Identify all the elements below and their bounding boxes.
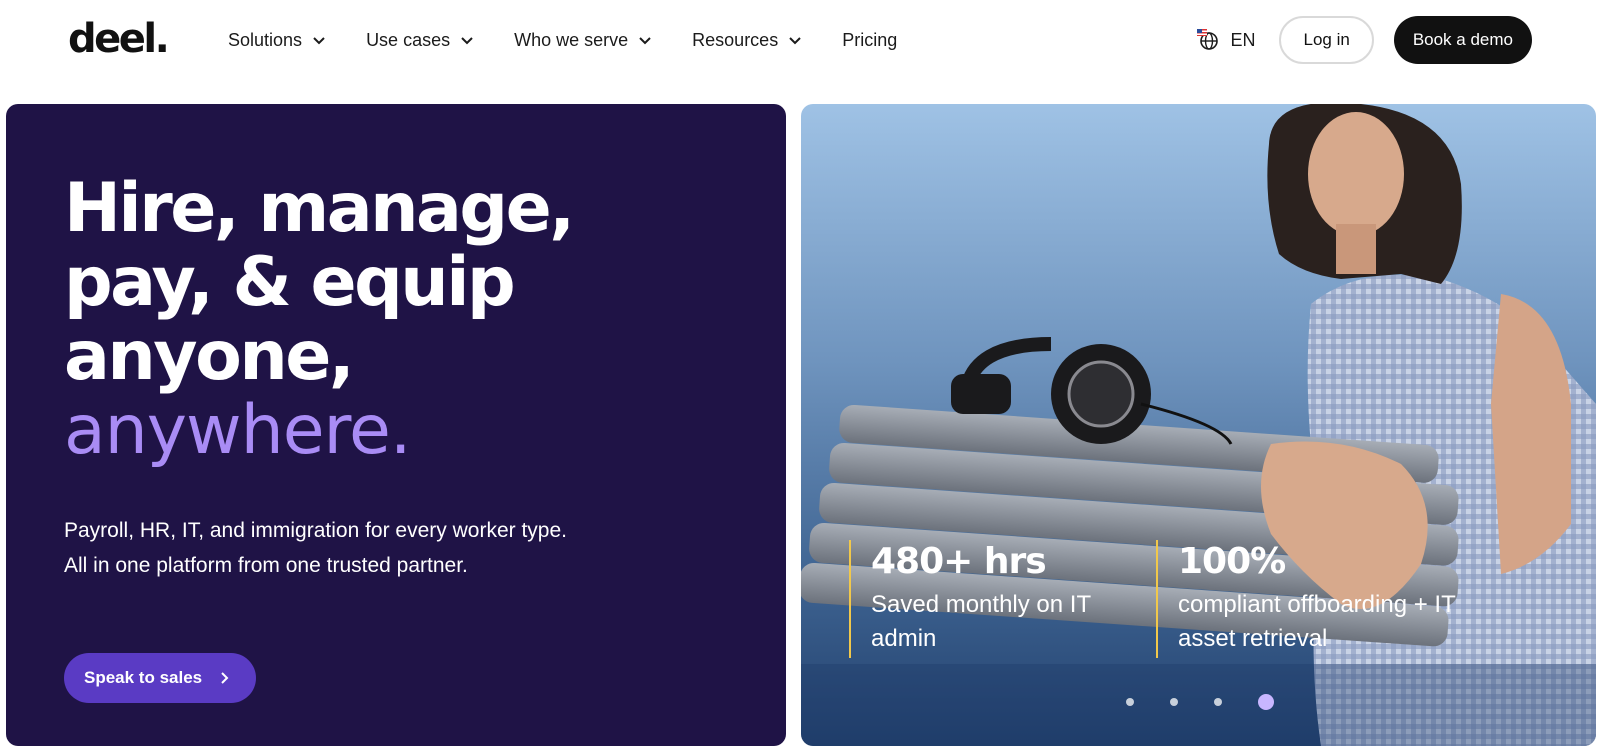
nav-item-label: Pricing	[842, 29, 898, 50]
nav-item-who-we-serve[interactable]: Who we serve	[514, 26, 652, 54]
nav-item-label: Resources	[692, 29, 779, 50]
nav-actions: EN Log in Book a demo	[1196, 16, 1532, 64]
headline-line: anyone,	[64, 317, 355, 396]
globe-flag-icon	[1197, 29, 1219, 50]
login-button[interactable]: Log in	[1279, 16, 1374, 64]
stat-compliance: 100% compliant offboarding + IT asset re…	[1156, 540, 1498, 658]
language-selector[interactable]: EN	[1196, 28, 1255, 52]
nav-item-pricing[interactable]: Pricing	[842, 26, 897, 54]
stat-description: Saved monthly on IT admin	[871, 591, 1091, 652]
chevron-down-icon	[639, 37, 651, 45]
carousel-indicators	[1126, 694, 1310, 710]
deel-logo[interactable]: deel.	[68, 16, 170, 62]
chevron-right-icon	[221, 672, 229, 684]
hero-text-panel: Hire, manage, pay, & equip anyone, anywh…	[6, 104, 786, 746]
stat-hours-saved: 480+ hrs Saved monthly on IT admin	[849, 540, 1101, 658]
cta-label: Speak to sales	[84, 668, 203, 687]
chevron-down-icon	[461, 37, 473, 45]
nav-item-solutions[interactable]: Solutions	[228, 26, 326, 54]
headline-line: pay, & equip	[64, 243, 516, 322]
headline-accent: anywhere.	[64, 391, 411, 470]
carousel-dot[interactable]	[1170, 698, 1178, 706]
stat-value: 100%	[1178, 541, 1286, 582]
hero-headline: Hire, manage, pay, & equip anyone, anywh…	[64, 169, 575, 470]
chevron-down-icon	[313, 37, 325, 45]
stat-description: compliant offboarding + IT asset retriev…	[1178, 591, 1456, 652]
carousel-dot-active[interactable]	[1258, 694, 1274, 710]
book-demo-button[interactable]: Book a demo	[1393, 16, 1532, 64]
headline-line: Hire, manage,	[64, 169, 575, 248]
language-label: EN	[1230, 29, 1256, 50]
top-navigation: deel. Solutions Use cases Who we serve R…	[0, 0, 1600, 88]
chevron-down-icon	[789, 37, 801, 45]
subtext-line: Payroll, HR, IT, and immigration for eve…	[64, 519, 567, 542]
nav-links: Solutions Use cases Who we serve Resourc…	[228, 26, 937, 54]
speak-to-sales-button[interactable]: Speak to sales	[64, 653, 257, 703]
nav-item-label: Who we serve	[514, 29, 629, 50]
carousel-dot[interactable]	[1214, 698, 1222, 706]
nav-item-label: Use cases	[366, 29, 451, 50]
carousel-dot[interactable]	[1126, 698, 1134, 706]
nav-item-use-cases[interactable]: Use cases	[366, 26, 474, 54]
hero-image-panel: 480+ hrs Saved monthly on IT admin 100% …	[801, 104, 1596, 746]
stat-value: 480+ hrs	[871, 541, 1047, 582]
subtext-line: All in one platform from one trusted par…	[64, 554, 468, 577]
nav-item-resources[interactable]: Resources	[692, 26, 802, 54]
hero-subtext: Payroll, HR, IT, and immigration for eve…	[64, 513, 684, 583]
nav-item-label: Solutions	[228, 29, 303, 50]
